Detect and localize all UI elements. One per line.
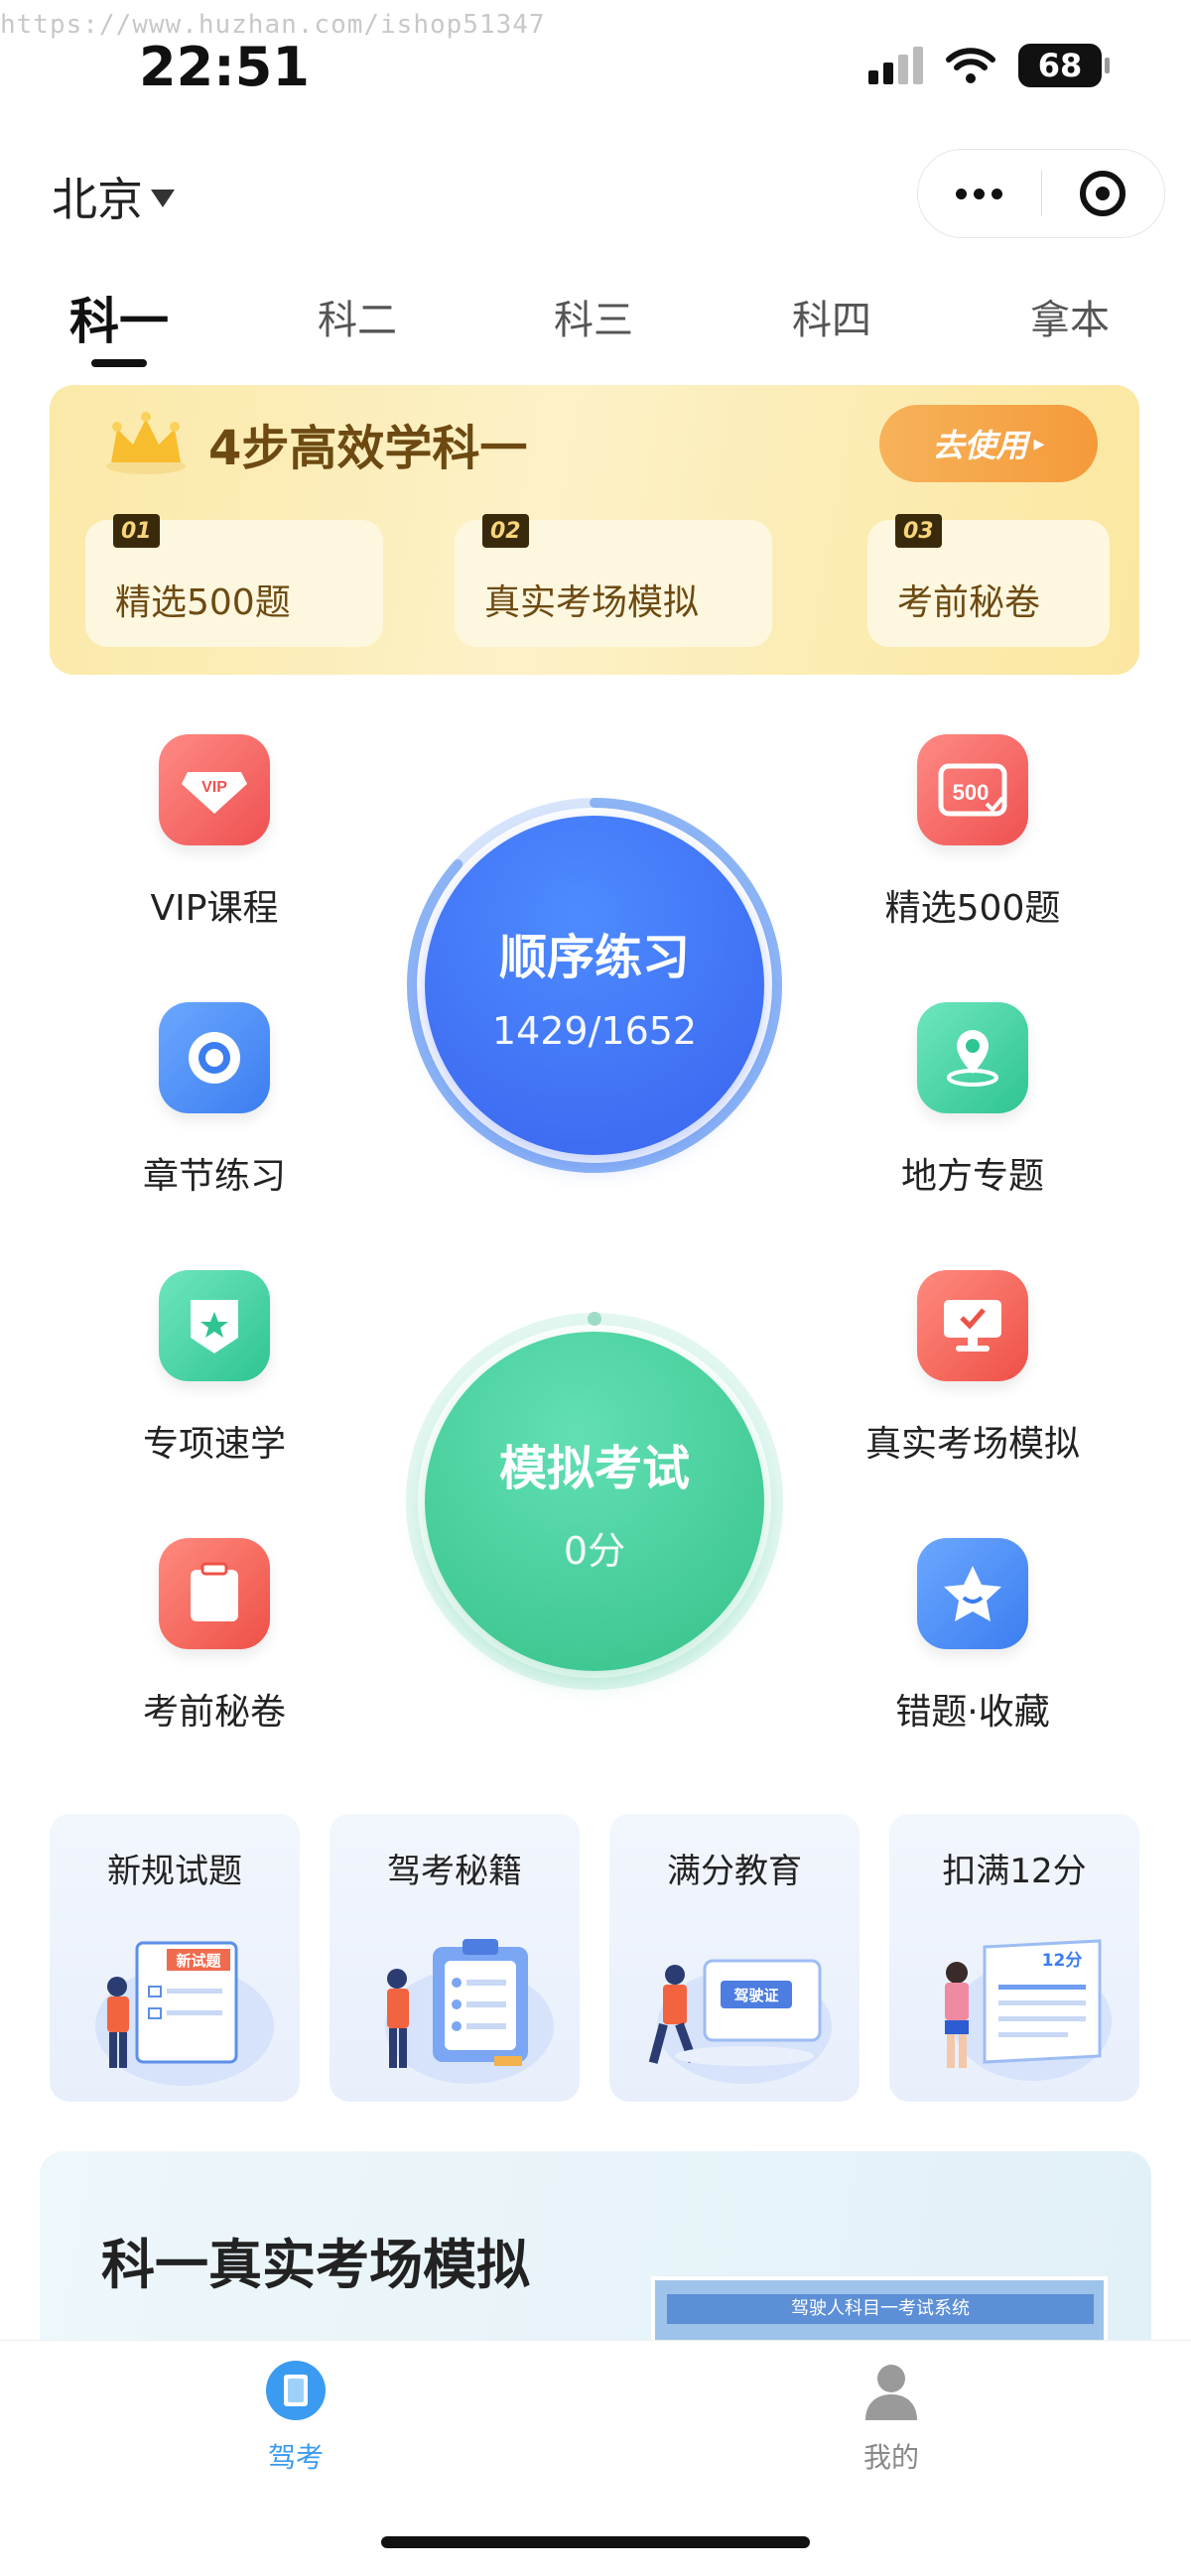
feature-label: 地方专题 (900, 1156, 1044, 1197)
feature-label: 真实考场模拟 (864, 1424, 1080, 1465)
user-icon (865, 2365, 917, 2420)
exam-score: 0分 (563, 1528, 626, 1573)
tab-label: 驾考 (267, 2441, 324, 2474)
new-questions-illustration: 新试题 (95, 1941, 274, 2086)
mock-exam-button[interactable]: 模拟考试 0分 (425, 1332, 764, 1671)
feature-local-topics[interactable]: 地方专题 (844, 1002, 1102, 1199)
clipboard-illustration (385, 1939, 554, 2084)
card-12-points[interactable]: 扣满12分 12分 (889, 1814, 1139, 2102)
card-badge: 新试题 (176, 1952, 221, 1970)
feature-label: 章节练习 (142, 1156, 286, 1197)
caret-down-icon (151, 190, 175, 207)
step-number: 03 (895, 514, 942, 548)
card-title: 满分教育 (667, 1852, 802, 1891)
svg-text:500: 500 (953, 780, 990, 805)
feature-label: 考前秘卷 (142, 1692, 286, 1733)
step-number: 01 (113, 514, 160, 548)
exam-system-title: 驾驶人科目一考试系统 (667, 2294, 1094, 2324)
500-badge-icon: 500 (917, 734, 1028, 845)
feature-selected-500[interactable]: 500 精选500题 (844, 734, 1102, 931)
location-icon (917, 1002, 1028, 1113)
use-now-label: 去使用 (932, 427, 1028, 464)
tab-subject-1[interactable]: 科一 (69, 282, 169, 353)
card-exam-tips[interactable]: 驾考秘籍 (330, 1814, 580, 2102)
use-now-button[interactable]: 去使用 ▸ (879, 405, 1098, 482)
book-icon (266, 2361, 326, 2420)
real-exam-promo[interactable]: 科一真实考场模拟 驾驶人科目一考试系统 (40, 2151, 1151, 2360)
close-miniprogram-button[interactable] (1042, 171, 1165, 216)
chevron-right-icon: ▸ (1033, 431, 1045, 456)
license-illustration: 驾驶证 (648, 1959, 832, 2084)
step-label: 考前秘卷 (897, 582, 1041, 623)
banner-title: 4步高效学科一 (208, 421, 528, 476)
svg-text:VIP: VIP (201, 779, 227, 796)
monitor-icon (917, 1270, 1028, 1381)
battery-icon: 68 (1018, 44, 1110, 87)
tab-label: 我的 (862, 2441, 919, 2474)
step-label: 真实考场模拟 (484, 582, 700, 623)
status-icons: 68 (868, 44, 1110, 87)
target-icon (1080, 171, 1126, 216)
subject-tabs: 科一 科二 科三 科四 拿本 (0, 278, 1191, 377)
feature-mistakes-favorites[interactable]: 错题·收藏 (844, 1538, 1102, 1735)
feature-chapter-practice[interactable]: 章节练习 (85, 1002, 343, 1199)
feature-real-exam-sim[interactable]: 真实考场模拟 (844, 1270, 1102, 1467)
feature-label: 专项速学 (142, 1424, 286, 1465)
card-title: 扣满12分 (942, 1852, 1087, 1891)
card-full-score-education[interactable]: 满分教育 驾驶证 (609, 1814, 860, 2102)
city-selector[interactable]: 北京 (52, 164, 175, 229)
step-card-3[interactable]: 03 考前秘卷 (867, 514, 1110, 647)
feature-label: 精选500题 (884, 888, 1061, 929)
feature-label: VIP课程 (150, 888, 279, 929)
step-card-1[interactable]: 01 精选500题 (85, 514, 383, 647)
practice-title: 顺序练习 (498, 930, 690, 985)
practice-progress: 1429/1652 (491, 1009, 698, 1053)
tab-subject-2[interactable]: 科二 (318, 288, 397, 345)
clipboard-icon (159, 1538, 270, 1649)
step-number: 02 (482, 514, 529, 548)
active-tab-indicator (91, 359, 147, 367)
more-menu-button[interactable] (918, 188, 1041, 199)
feature-exam-secrets[interactable]: 考前秘卷 (85, 1538, 343, 1735)
step-label: 精选500题 (115, 582, 291, 623)
card-new-rules[interactable]: 新规试题 新试题 (50, 1814, 300, 2102)
feature-vip-course[interactable]: VIP VIP课程 (85, 734, 343, 931)
step-card-2[interactable]: 02 真实考场模拟 (455, 514, 772, 647)
card-title: 驾考秘籍 (387, 1852, 522, 1891)
feature-special-study[interactable]: 专项速学 (85, 1270, 343, 1467)
shield-star-icon (159, 1270, 270, 1381)
penalty-points-illustration: 12分 (945, 1939, 1112, 2081)
app-screen: https://www.huzhan.com/ishop51347 22:51 … (0, 0, 1191, 2576)
city-label: 北京 (52, 173, 143, 226)
tab-driving-test[interactable]: 驾考 (197, 2359, 395, 2476)
card-badge: 12分 (1042, 1951, 1083, 1971)
home-indicator (381, 2536, 810, 2548)
wifi-icon (946, 48, 995, 83)
tab-mine[interactable]: 我的 (792, 2359, 991, 2476)
crown-icon (106, 412, 186, 474)
promo-title: 科一真实考场模拟 (101, 2234, 530, 2296)
target-icon (159, 1002, 270, 1113)
tab-subject-3[interactable]: 科三 (554, 288, 633, 345)
card-title: 新规试题 (107, 1852, 242, 1891)
card-badge: 驾驶证 (733, 1987, 778, 2004)
status-time: 22:51 (139, 36, 310, 98)
miniprogram-capsule (917, 149, 1165, 238)
sequential-practice-button[interactable]: 顺序练习 1429/1652 (425, 816, 764, 1155)
tab-subject-4[interactable]: 科四 (792, 288, 871, 345)
vip-icon: VIP (159, 734, 270, 845)
topic-cards: 新规试题 新试题 驾考秘籍 满分教育 驾驶证 扣满12分 12分 (50, 1814, 1139, 2102)
tab-get-license[interactable]: 拿本 (1030, 288, 1110, 345)
cellular-signal-icon (868, 47, 923, 84)
star-icon (917, 1538, 1028, 1649)
exam-title: 模拟考试 (498, 1440, 690, 1496)
feature-label: 错题·收藏 (895, 1692, 1050, 1733)
study-steps-banner[interactable]: 4步高效学科一 去使用 ▸ 01 精选500题 02 真实考场模拟 03 考前秘… (50, 385, 1139, 675)
